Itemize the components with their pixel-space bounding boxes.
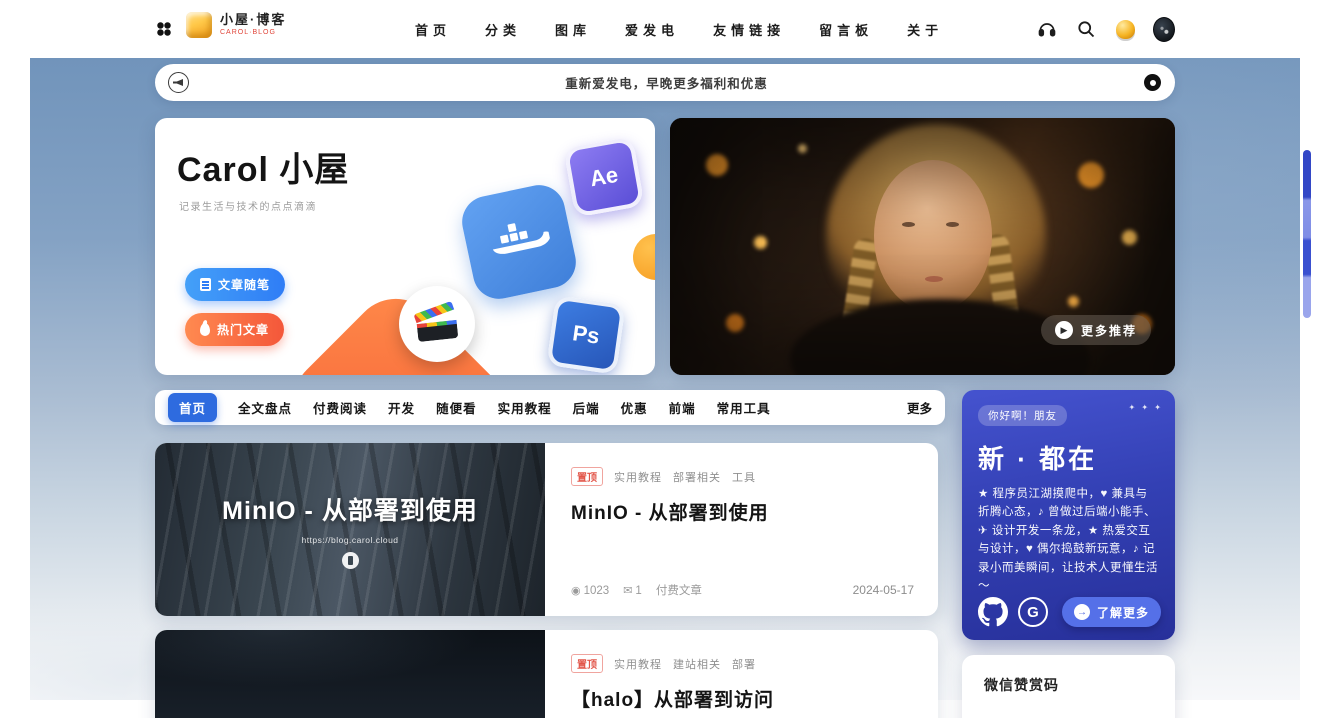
tab-frontend[interactable]: 前端 xyxy=(669,398,696,417)
more-recommendations-button[interactable]: ▶ 更多推荐 xyxy=(1040,315,1151,345)
hot-posts-button-label: 热门文章 xyxy=(217,323,270,337)
wechat-reward-card: 微信赞赏码 xyxy=(962,655,1175,718)
views-icon: ◉ xyxy=(571,584,581,597)
gitee-icon[interactable]: G xyxy=(1018,597,1048,627)
comment-icon: ✉ xyxy=(623,584,633,597)
post-tag[interactable]: 实用教程 xyxy=(614,656,662,672)
megaphone-icon xyxy=(168,72,189,93)
play-icon: ▶ xyxy=(1054,321,1073,339)
profile-bio: ★ 程序员江湖摸爬中，♥ 兼具与折腾心态，♪ 曾做过后端小能手、✈ 设计开发一条… xyxy=(978,488,1158,592)
nav-item-sponsor[interactable]: 爱发电 xyxy=(625,20,679,39)
articles-button[interactable]: 文章随笔 xyxy=(185,268,286,301)
comments-count: ✉ 1 xyxy=(623,584,642,597)
nav-item-message-board[interactable]: 留言板 xyxy=(819,20,873,39)
tabbar-more[interactable]: 更多 xyxy=(907,398,932,417)
site-tagline: 记录生活与技术的点点滴滴 xyxy=(179,202,317,213)
profile-card: 你好啊！朋友 ✦ ✦ ✦ 新 · 都在 ★ 程序员江湖摸爬中，♥ 兼具与折腾心态… xyxy=(962,390,1175,640)
more-recommendations-label: 更多推荐 xyxy=(1080,323,1137,338)
ps-label: Ps xyxy=(570,320,602,349)
post-date: 2024-05-17 xyxy=(852,583,914,597)
nav-item-about[interactable]: 关于 xyxy=(907,20,943,39)
headset-icon[interactable] xyxy=(1036,18,1058,40)
after-effects-icon: Ae xyxy=(563,136,645,218)
views-count: ◉ 1023 xyxy=(571,584,610,597)
tab-casual[interactable]: 随便看 xyxy=(436,398,477,417)
post-tag[interactable]: 部署相关 xyxy=(673,469,721,485)
post-tag[interactable]: 实用教程 xyxy=(614,469,662,485)
nav-item-friend-links[interactable]: 友情链接 xyxy=(713,20,785,39)
page: 小屋·博客 CAROL·BLOG 首页 分类 图库 爱发电 友情链接 留言板 关… xyxy=(0,0,1327,718)
logo-title: 小屋·博客 xyxy=(220,12,287,27)
post-title[interactable]: MinIO - 从部署到使用 xyxy=(571,498,912,525)
featured-banner[interactable]: ▶ 更多推荐 xyxy=(670,118,1175,375)
docker-icon xyxy=(457,180,581,304)
thumbnail-caption: https://blog.carol.cloud xyxy=(301,534,399,545)
post-meta-tags: 置顶 实用教程 建站相关 部署 xyxy=(571,654,912,673)
nav-item-categories[interactable]: 分类 xyxy=(485,20,521,39)
arrow-icon: → xyxy=(1073,604,1090,620)
learn-more-button[interactable]: → 了解更多 xyxy=(1061,597,1161,627)
post-meta-row: ◉ 1023 ✉ 1 付费文章 2024-05-17 xyxy=(571,582,914,598)
site-logo[interactable]: 小屋·博客 CAROL·BLOG xyxy=(186,12,286,38)
post-thumbnail-minio[interactable]: MinIO - 从部署到使用 https://blog.carol.cloud xyxy=(155,443,545,616)
learn-more-label: 了解更多 xyxy=(1096,605,1149,620)
pinned-badge: 置顶 xyxy=(571,467,603,486)
photoshop-icon: Ps xyxy=(546,295,626,375)
announcement-bar: 重新爱发电，早晚更多福利和优惠 xyxy=(155,64,1175,101)
tab-deals[interactable]: 优惠 xyxy=(621,398,648,417)
post-meta-tags: 置顶 实用教程 部署相关 工具 xyxy=(571,467,912,486)
corner-decor-text: ✦ ✦ ✦ xyxy=(1128,403,1163,412)
articles-button-label: 文章随笔 xyxy=(218,278,271,292)
tab-paid-reading[interactable]: 付费阅读 xyxy=(313,398,367,417)
announcement-action-icon[interactable] xyxy=(1144,74,1161,91)
site-intro-card: Carol 小屋 记录生活与技术的点点滴滴 文章随笔 热门文章 Ae Ps xyxy=(155,118,655,375)
paid-label: 付费文章 xyxy=(655,585,702,597)
tab-roundup[interactable]: 全文盘点 xyxy=(238,398,292,417)
clapperboard-glyph xyxy=(413,300,459,343)
scrollbar-thumb[interactable] xyxy=(1303,150,1311,318)
user-avatar[interactable] xyxy=(1153,16,1175,42)
post-card-halo: 【halo】从部署到访问 置顶 实用教程 建站相关 部署 【halo】从部署到访… xyxy=(155,630,938,718)
apps-grid-icon[interactable] xyxy=(156,21,172,37)
profile-title: 新 · 都在 xyxy=(978,444,1098,474)
hot-posts-button[interactable]: 热门文章 xyxy=(185,313,285,346)
reward-icon[interactable] xyxy=(1114,18,1136,40)
post-content: 置顶 实用教程 部署相关 工具 MinIO - 从部署到使用 ◉ 1023 ✉ 1 … xyxy=(545,443,938,616)
category-tabbar: 首页 全文盘点 付费阅读 开发 随便看 实用教程 后端 优惠 前端 常用工具 更… xyxy=(155,390,945,425)
github-icon[interactable] xyxy=(978,597,1008,627)
orange-dot-decor xyxy=(633,234,655,280)
post-card-minio: MinIO - 从部署到使用 https://blog.carol.cloud … xyxy=(155,443,938,616)
tab-backend[interactable]: 后端 xyxy=(573,398,600,417)
document-icon xyxy=(200,278,211,291)
wechat-reward-title: 微信赞赏码 xyxy=(984,677,1059,693)
post-thumbnail-halo[interactable]: 【halo】从部署到访问 xyxy=(155,630,545,718)
nav-item-home[interactable]: 首页 xyxy=(415,20,451,39)
search-icon[interactable] xyxy=(1075,18,1097,40)
nav-item-gallery[interactable]: 图库 xyxy=(555,20,591,39)
top-navbar: 小屋·博客 CAROL·BLOG 首页 分类 图库 爱发电 友情链接 留言板 关… xyxy=(0,0,1327,58)
thumbnail-logo-icon xyxy=(341,551,359,569)
tab-tools[interactable]: 常用工具 xyxy=(717,398,771,417)
post-tag[interactable]: 部署 xyxy=(732,656,756,672)
tab-home[interactable]: 首页 xyxy=(168,393,218,422)
flame-icon xyxy=(200,323,210,336)
thumbnail-title: MinIO - 从部署到使用 xyxy=(222,496,478,525)
greeting-badge: 你好啊！朋友 xyxy=(978,405,1067,426)
profile-footer: G → 了解更多 xyxy=(978,597,1161,627)
tab-dev[interactable]: 开发 xyxy=(388,398,415,417)
announcement-text[interactable]: 重新爱发电，早晚更多福利和优惠 xyxy=(189,73,1144,92)
post-title[interactable]: 【halo】从部署到访问 xyxy=(571,685,912,712)
tab-tutorials[interactable]: 实用教程 xyxy=(498,398,552,417)
header-actions xyxy=(1036,0,1175,58)
logo-subtitle: CAROL·BLOG xyxy=(220,29,276,37)
post-tag[interactable]: 建站相关 xyxy=(673,656,721,672)
final-cut-icon xyxy=(399,286,475,362)
ae-label: Ae xyxy=(587,161,620,192)
logo-cube-icon xyxy=(186,12,212,38)
pinned-badge: 置顶 xyxy=(571,654,603,673)
post-content: 置顶 实用教程 建站相关 部署 【halo】从部署到访问 xyxy=(545,630,938,718)
main-nav: 首页 分类 图库 爱发电 友情链接 留言板 关于 xyxy=(415,0,943,58)
site-title: Carol 小屋 xyxy=(177,151,350,189)
post-tag[interactable]: 工具 xyxy=(732,469,756,485)
